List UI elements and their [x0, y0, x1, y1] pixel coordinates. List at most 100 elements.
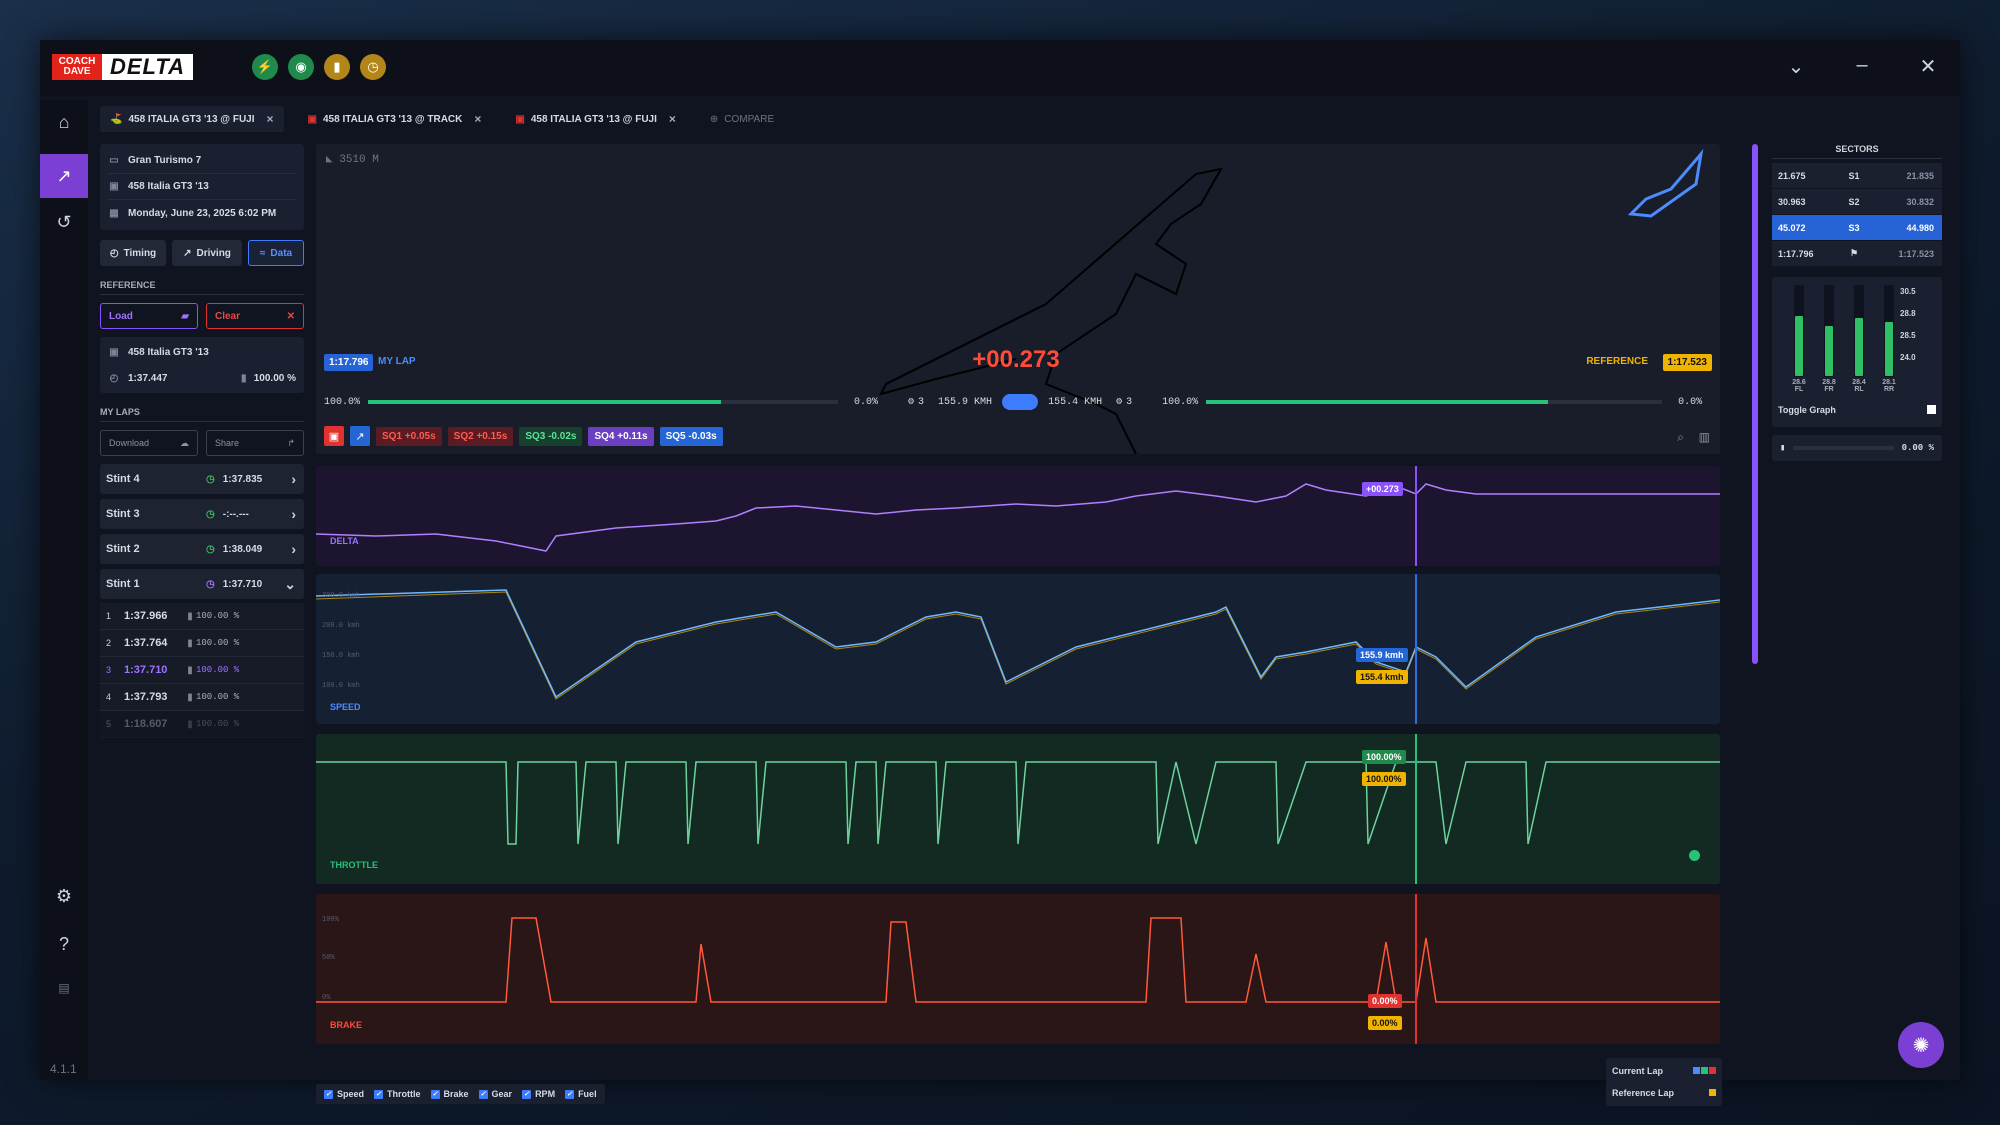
tab-session-1[interactable]: ⛳ 458 ITALIA GT3 '13 @ FUJI ×	[100, 106, 284, 132]
stint-item[interactable]: Stint 3 ◷ -:--.--- ›	[100, 499, 304, 529]
lock-icon[interactable]: ▣	[324, 426, 344, 446]
legend-speed[interactable]: ✓ Speed	[324, 1089, 364, 1099]
throttle-chart[interactable]: THROTTLE 100.00% 100.00%	[316, 734, 1720, 884]
tab-session-2[interactable]: ▣ 458 ITALIA GT3 '13 @ TRACK ×	[298, 106, 492, 132]
speed-chart[interactable]: 300.0 kmh 200.0 kmh 150.0 kmh 100.0 kmh …	[316, 574, 1720, 724]
lap-number: 5	[106, 719, 112, 729]
brake-trace	[316, 917, 1720, 1003]
stint-item[interactable]: Stint 4 ◷ 1:37.835 ›	[100, 464, 304, 494]
help-icon[interactable]: ?	[40, 922, 88, 966]
download-button[interactable]: Download ☁	[100, 430, 198, 456]
chevron-right-icon[interactable]: ›	[291, 506, 296, 522]
cloud-icon: ☁	[180, 437, 189, 448]
sector-delta-3[interactable]: SQ3 -0.02s	[519, 426, 583, 446]
battery-icon[interactable]: ▮	[324, 54, 350, 80]
finish-flag-icon: ⚑	[1849, 248, 1859, 258]
checkbox[interactable]: ✓	[522, 1089, 532, 1099]
toggle-graph[interactable]: Toggle Graph	[1778, 405, 1936, 415]
ai-coach-button[interactable]: ✺	[1898, 1022, 1944, 1068]
session-date: Monday, June 23, 2025 6:02 PM	[128, 207, 277, 219]
delta-readout: +00.273	[972, 346, 1060, 373]
checkbox[interactable]: ✓	[565, 1089, 575, 1099]
stint-list: Stint 4 ◷ 1:37.835 › Stint 3 ◷ -:--.--- › Stin…	[100, 464, 304, 738]
stint-item[interactable]: Stint 1 ◷ 1:37.710 ⌄	[100, 569, 304, 599]
close-tab-icon[interactable]: ×	[267, 112, 274, 126]
timing-tab[interactable]: ◴ Timing	[100, 240, 166, 266]
sector-delta-4[interactable]: SQ4 +0.11s	[588, 426, 654, 446]
y-tick: 100%	[322, 916, 339, 924]
checkbox[interactable]: ✓	[324, 1089, 333, 1099]
lap-row[interactable]: 5 1:18.607 ▮ 100.00 %	[100, 711, 304, 738]
sync-toggle[interactable]	[1002, 394, 1039, 410]
sector-ref-time: 30.832	[1906, 196, 1934, 207]
delta-chart[interactable]: DELTA +00.273	[316, 466, 1720, 566]
legend-rpm[interactable]: ✓ RPM	[522, 1089, 555, 1099]
legend-fuel[interactable]: ✓ Fuel	[565, 1089, 597, 1099]
lap-time: 1:37.966	[124, 610, 168, 622]
load-reference-button[interactable]: Load ▰	[100, 303, 198, 329]
analysis-icon[interactable]: ↗	[40, 154, 88, 198]
fuel-icon: ▮	[240, 372, 247, 384]
legend-label: Speed	[337, 1089, 365, 1099]
sector-delta-5[interactable]: SQ5 -0.03s	[659, 426, 723, 446]
close-tab-icon[interactable]: ×	[669, 112, 676, 126]
lap-row[interactable]: 4 1:37.793 ▮ 100.00 %	[100, 684, 304, 711]
minimize-button[interactable]: –	[1850, 54, 1874, 79]
sector-delta-1[interactable]: SQ1 +0.05s	[376, 426, 442, 446]
tyre-value: 28.6 FL	[1789, 379, 1809, 393]
zoom-icon[interactable]: ⌕	[1677, 430, 1684, 445]
checkbox[interactable]: ✓	[478, 1089, 488, 1099]
checkbox[interactable]: ✓	[430, 1089, 440, 1099]
tab-session-3[interactable]: ▣ 458 ITALIA GT3 '13 @ FUJI ×	[505, 106, 686, 132]
sector-delta-2[interactable]: SQ2 +0.15s	[447, 426, 514, 446]
timer-icon: ◷	[206, 578, 215, 590]
timer-icon: ◷	[206, 473, 215, 485]
ref-speed: 155.4 KMH	[1048, 396, 1103, 408]
legend-gear[interactable]: ✓ Gear	[478, 1089, 512, 1099]
close-button[interactable]: ✕	[1916, 54, 1940, 79]
stint-item[interactable]: Stint 2 ◷ 1:38.049 ›	[100, 534, 304, 564]
chevron-down-icon[interactable]: ⌄	[1784, 54, 1808, 79]
legend-brake[interactable]: ✓ Brake	[430, 1089, 469, 1099]
trash-icon[interactable]: ▥	[1699, 430, 1710, 444]
y-tick: 50%	[322, 954, 335, 962]
settings-gear-icon[interactable]: ⚙	[40, 874, 88, 918]
throttle-current-tag: 100.00%	[1362, 750, 1406, 764]
chevron-right-icon[interactable]: ›	[291, 471, 296, 487]
scrollbar[interactable]	[1752, 144, 1758, 664]
sector-row: 30.963 S2 30.832	[1772, 189, 1942, 215]
legend-throttle[interactable]: ✓ Throttle	[374, 1089, 421, 1099]
data-tab[interactable]: ≈ Data	[248, 240, 304, 266]
lap-fuel: 100.00 %	[196, 638, 240, 648]
my-lap-label: MY LAP	[378, 356, 416, 367]
y-tick: 200.0 kmh	[322, 622, 360, 630]
close-icon: ✕	[286, 310, 295, 322]
sector-label: S1	[1848, 170, 1860, 181]
compare-tab[interactable]: ⊕ COMPARE	[700, 106, 784, 132]
lap-row[interactable]: 1 1:37.966 ▮ 100.00 %	[100, 603, 304, 630]
clock-icon[interactable]: ◷	[360, 54, 386, 80]
clear-reference-button[interactable]: Clear ✕	[206, 303, 304, 329]
chevron-right-icon[interactable]: ›	[291, 541, 296, 557]
lap-row[interactable]: 3 1:37.710 ▮ 100.00 %	[100, 657, 304, 684]
close-tab-icon[interactable]: ×	[474, 112, 481, 126]
home-icon[interactable]: ⌂	[40, 100, 88, 144]
left-panel: ▭ Gran Turismo 7 ▣ 458 Italia GT3 '13 ▦ Mon…	[100, 144, 304, 1074]
chart-icon[interactable]: ↗	[350, 426, 370, 446]
brake-chart[interactable]: 100% 50% 0% BRAKE 0.00% 0.00%	[316, 894, 1720, 1044]
checkbox[interactable]: ✓	[374, 1089, 384, 1099]
throttle-trace	[316, 761, 1720, 845]
docs-icon[interactable]: ▤	[40, 966, 88, 1010]
chevron-down-icon[interactable]: ⌄	[284, 576, 296, 593]
share-button[interactable]: Share ↱	[206, 430, 304, 456]
download-label: Download	[109, 438, 150, 448]
sector-ref-time: 1:17.523	[1898, 248, 1934, 259]
wifi-icon[interactable]: ◉	[288, 54, 314, 80]
brake-reference-tag: 0.00%	[1368, 1016, 1402, 1030]
plug-icon[interactable]: ⚡	[252, 54, 278, 80]
toggle-graph-checkbox[interactable]	[1927, 405, 1936, 414]
right-panel: SECTORS 21.675 S1 21.835 30.963 S2 30.832 45…	[1772, 144, 1942, 461]
history-icon[interactable]: ↺	[40, 200, 88, 244]
driving-tab[interactable]: ↗ Driving	[172, 240, 242, 266]
lap-row[interactable]: 2 1:37.764 ▮ 100.00 %	[100, 630, 304, 657]
